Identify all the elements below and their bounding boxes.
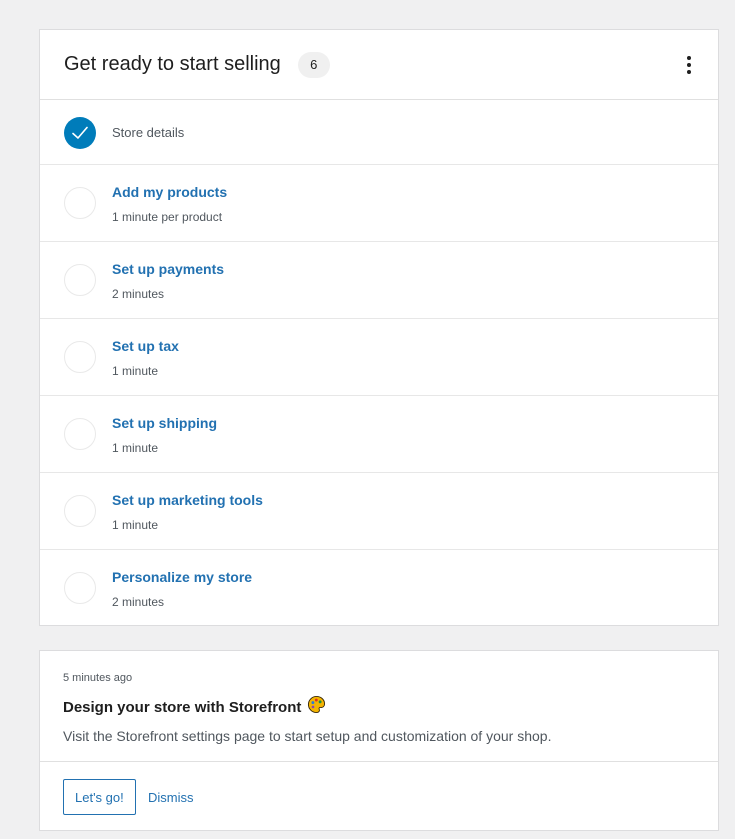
more-options-button[interactable] [680,52,698,78]
task-time-estimate: 1 minute [112,364,159,378]
empty-circle-icon [64,495,96,527]
task-store-details[interactable]: Store details [40,100,718,165]
task-time-estimate: 1 minute [112,441,159,455]
empty-circle-icon [64,418,96,450]
task-personalize-store[interactable]: Personalize my store 2 minutes [40,550,718,627]
task-title[interactable]: Set up shipping [112,415,217,431]
notice-timestamp: 5 minutes ago [63,672,133,684]
task-time-estimate: 2 minutes [112,287,165,301]
empty-circle-icon [64,187,96,219]
checkmark-icon [64,117,96,149]
tasks-card-title: Get ready to start selling [64,53,281,75]
more-vertical-icon [687,56,691,60]
more-vertical-icon-dot [687,63,691,67]
task-time-estimate: 2 minutes [112,595,165,609]
task-set-up-marketing-tools[interactable]: Set up marketing tools 1 minute [40,473,718,550]
notice-title-row: Design your store with Storefront [63,695,326,719]
lets-go-button[interactable]: Let's go! [63,779,136,815]
empty-circle-icon [64,264,96,296]
task-set-up-shipping[interactable]: Set up shipping 1 minute [40,396,718,473]
task-title[interactable]: Set up marketing tools [112,492,263,508]
empty-circle-icon [64,572,96,604]
setup-tasks-card: Get ready to start selling 6 Store detai… [39,29,719,626]
dismiss-button[interactable]: Dismiss [148,779,194,815]
task-time-estimate: 1 minute per product [112,210,223,224]
task-time-estimate: 1 minute [112,518,159,532]
empty-circle-icon [64,341,96,373]
notice-title: Design your store with Storefront [63,698,302,716]
remaining-tasks-badge: 6 [297,51,330,78]
notice-actions: Let's go! Dismiss [40,761,718,830]
task-add-products[interactable]: Add my products 1 minute per product [40,165,718,242]
task-title[interactable]: Set up payments [112,261,224,277]
more-vertical-icon-dot [687,70,691,74]
task-title: Store details [112,125,185,140]
notice-body: Visit the Storefront settings page to st… [63,728,552,744]
tasks-card-header: Get ready to start selling 6 [40,30,718,100]
task-set-up-tax[interactable]: Set up tax 1 minute [40,319,718,396]
palette-icon [307,695,326,719]
task-set-up-payments[interactable]: Set up payments 2 minutes [40,242,718,319]
task-title[interactable]: Personalize my store [112,569,252,585]
task-title[interactable]: Set up tax [112,338,179,354]
storefront-notice-card: 5 minutes ago Design your store with Sto… [39,650,719,831]
task-title[interactable]: Add my products [112,184,227,200]
